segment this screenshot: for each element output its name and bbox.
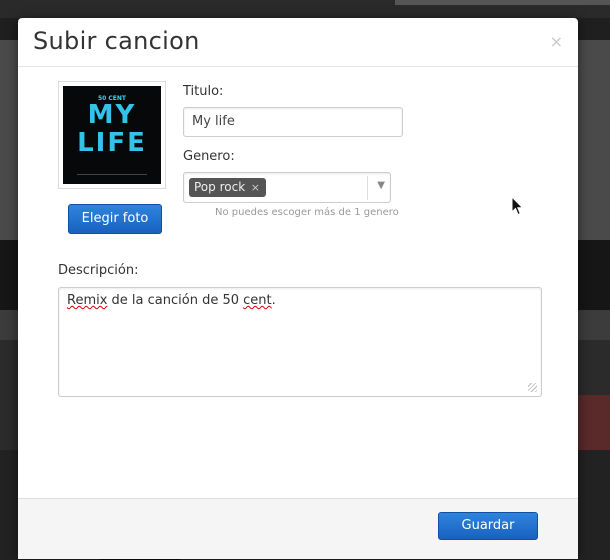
genre-help-text: No puedes escoger más de 1 genero bbox=[215, 207, 399, 218]
description-textarea[interactable]: Remix de la canción de 50 cent. bbox=[58, 287, 542, 397]
genre-tag: Pop rock × bbox=[189, 178, 266, 197]
upload-song-dialog: Subir cancion × 50 CENT MY LIFE Elegir f… bbox=[18, 18, 578, 559]
save-button[interactable]: Guardar bbox=[438, 512, 538, 540]
background-bar bbox=[395, 0, 610, 5]
dialog-title: Subir cancion bbox=[33, 27, 200, 55]
cover-title-line1: MY bbox=[87, 100, 137, 130]
genre-label: Genero: bbox=[183, 149, 235, 164]
description-text-part: Remix bbox=[67, 293, 108, 308]
resize-handle-icon[interactable] bbox=[528, 383, 537, 392]
choose-photo-button[interactable]: Elegir foto bbox=[68, 204, 162, 234]
genre-select[interactable]: Pop rock × ▼ bbox=[183, 172, 391, 203]
description-text-part: de la canción de 50 bbox=[107, 293, 244, 308]
close-icon[interactable]: × bbox=[550, 32, 563, 51]
background-highlight bbox=[578, 395, 610, 450]
description-text-part: . bbox=[271, 293, 276, 308]
description-text-part: cent bbox=[243, 293, 272, 308]
cover-title-line2: LIFE bbox=[77, 128, 147, 158]
dialog-header: Subir cancion × bbox=[18, 18, 578, 67]
title-input[interactable]: My life bbox=[183, 107, 403, 137]
cover-image-frame: 50 CENT MY LIFE bbox=[58, 81, 166, 189]
cover-divider bbox=[77, 174, 147, 175]
album-cover-image: 50 CENT MY LIFE bbox=[63, 86, 161, 184]
tag-remove-icon[interactable]: × bbox=[251, 178, 260, 197]
genre-tag-label: Pop rock bbox=[194, 180, 246, 194]
mouse-cursor-icon bbox=[511, 196, 524, 216]
description-label: Descripción: bbox=[58, 263, 139, 278]
title-label: Titulo: bbox=[183, 84, 224, 99]
select-divider bbox=[367, 176, 368, 200]
dropdown-arrow-icon[interactable]: ▼ bbox=[377, 180, 385, 191]
